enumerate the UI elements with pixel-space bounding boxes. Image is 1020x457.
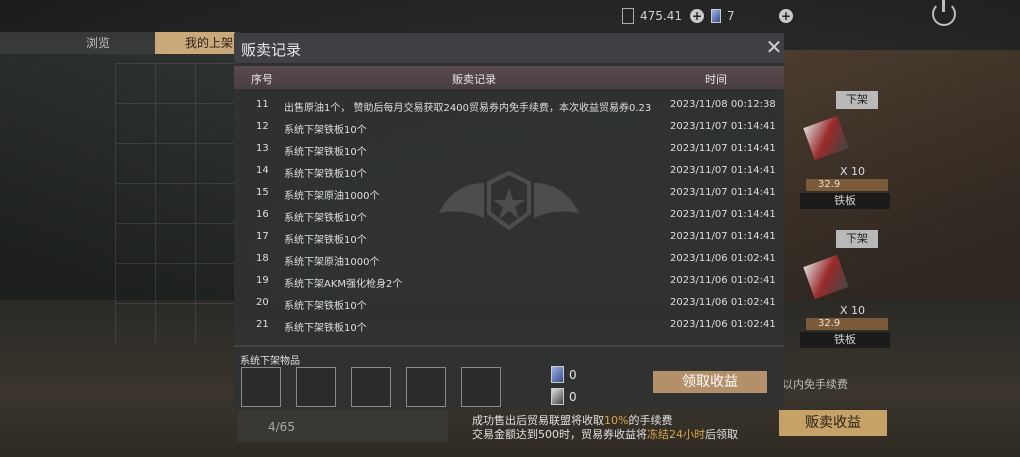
- row-no: 13: [256, 143, 269, 154]
- row-no: 20: [256, 297, 269, 308]
- power-icon[interactable]: [932, 0, 956, 26]
- resource-display: 475.41: [622, 6, 682, 26]
- close-icon[interactable]: ✕: [764, 37, 784, 57]
- record-list[interactable]: 11 出售原油1个， 赞助后每月交易获取2400贸易券内免手续费，本次收益贸易券…: [234, 95, 784, 347]
- listing-counter: 4/65: [238, 412, 448, 442]
- row-time: 2023/11/07 01:14:41: [670, 143, 776, 154]
- sales-record-modal: 贩卖记录 ✕ 序号 贩卖记录 时间 11 出售原油1个， 赞助后每月交易获取24…: [234, 33, 784, 409]
- row-record: 系统下架铁板10个: [284, 235, 367, 246]
- delist-button[interactable]: 下架: [836, 230, 878, 248]
- voucher-icon: [711, 9, 721, 23]
- row-no: 15: [256, 187, 269, 198]
- row-no: 17: [256, 231, 269, 242]
- row-time: 2023/11/06 01:02:41: [670, 253, 776, 264]
- currency-1: 0: [551, 366, 577, 383]
- listing-card: 下架 X 10 32.9 铁板: [800, 230, 890, 348]
- row-time: 2023/11/07 01:14:41: [670, 121, 776, 132]
- currency-1-count: 0: [569, 367, 577, 382]
- fee-info-line-2: 交易金额达到500时，贸易券收益将冻结24小时后领取: [472, 426, 738, 442]
- item-slot[interactable]: [351, 367, 391, 407]
- table-row: 21 系统下架铁板10个 2023/11/06 01:02:41: [234, 315, 784, 337]
- row-time: 2023/11/07 01:14:41: [670, 187, 776, 198]
- table-row: 15 系统下架原油1000个 2023/11/07 01:14:41: [234, 183, 784, 205]
- modal-header: [234, 33, 784, 63]
- table-row: 13 系统下架铁板10个 2023/11/07 01:14:41: [234, 139, 784, 161]
- table-row: 14 系统下架铁板10个 2023/11/07 01:14:41: [234, 161, 784, 183]
- add-resource-button[interactable]: +: [690, 9, 704, 23]
- add-voucher-button[interactable]: +: [779, 9, 793, 23]
- delist-button[interactable]: 下架: [836, 91, 878, 109]
- listing-price: 32.9: [806, 318, 888, 330]
- row-time: 2023/11/06 01:02:41: [670, 297, 776, 308]
- divider: [234, 345, 784, 347]
- item-slot[interactable]: [296, 367, 336, 407]
- row-record: 系统下架铁板10个: [284, 323, 367, 334]
- row-record: 出售原油1个， 赞助后每月交易获取2400贸易券内免手续费，本次收益贸易券0.2…: [284, 103, 652, 114]
- row-record: 系统下架铁板10个: [284, 147, 367, 158]
- row-no: 11: [256, 99, 269, 110]
- row-record: 系统下架铁板10个: [284, 213, 367, 224]
- free-fee-text: 以内免手续费: [782, 378, 848, 391]
- row-no: 12: [256, 121, 269, 132]
- resource-icon: [622, 8, 634, 24]
- listing-qty: X 10: [840, 304, 866, 317]
- tab-browse[interactable]: 浏览: [86, 32, 110, 54]
- row-time: 2023/11/07 01:14:41: [670, 209, 776, 220]
- row-no: 14: [256, 165, 269, 176]
- listing-name: 铁板: [800, 193, 890, 209]
- row-record: 系统下架AKM强化枪身2个: [284, 279, 403, 290]
- row-time: 2023/11/08 00:12:38: [670, 99, 776, 110]
- listing-qty: X 10: [840, 165, 866, 178]
- currency-2: 0: [551, 388, 577, 405]
- row-no: 21: [256, 319, 269, 330]
- system-delisted-label: 系统下架物品: [240, 356, 300, 367]
- fee-info-text: 后领取: [705, 428, 738, 441]
- row-time: 2023/11/07 01:14:41: [670, 231, 776, 242]
- row-record: 系统下架原油1000个: [284, 257, 380, 268]
- item-slot[interactable]: [461, 367, 501, 407]
- table-row: 19 系统下架AKM强化枪身2个 2023/11/06 01:02:41: [234, 271, 784, 293]
- modal-title: 贩卖记录: [241, 41, 302, 59]
- table-header: 序号 贩卖记录 时间: [234, 66, 784, 89]
- fee-info-highlight: 冻结24小时: [647, 428, 705, 441]
- inventory-grid: [115, 63, 235, 343]
- currency-2-count: 0: [569, 389, 577, 404]
- row-no: 18: [256, 253, 269, 264]
- trade-voucher-icon: [551, 366, 564, 383]
- listing-card: 下架 X 10 32.9 铁板: [800, 91, 890, 209]
- row-record: 系统下架铁板10个: [284, 169, 367, 180]
- row-record: 系统下架铁板10个: [284, 125, 367, 136]
- row-time: 2023/11/06 01:02:41: [670, 275, 776, 286]
- claim-income-button[interactable]: 领取收益: [653, 371, 767, 393]
- resource-value: 475.41: [640, 9, 682, 23]
- row-no: 16: [256, 209, 269, 220]
- table-row: 16 系统下架铁板10个 2023/11/07 01:14:41: [234, 205, 784, 227]
- item-slot[interactable]: [241, 367, 281, 407]
- item-slot[interactable]: [406, 367, 446, 407]
- voucher-display: 7: [711, 6, 735, 26]
- table-row: 18 系统下架原油1000个 2023/11/06 01:02:41: [234, 249, 784, 271]
- sell-income-button[interactable]: 贩卖收益: [779, 410, 887, 436]
- iron-plate-icon: [803, 115, 849, 161]
- row-time: 2023/11/06 01:02:41: [670, 319, 776, 330]
- ticket-icon: [551, 388, 564, 405]
- column-header-time: 时间: [705, 73, 727, 86]
- table-row: 17 系统下架铁板10个 2023/11/07 01:14:41: [234, 227, 784, 249]
- table-row: 11 出售原油1个， 赞助后每月交易获取2400贸易券内免手续费，本次收益贸易券…: [234, 95, 784, 117]
- tab-my-listings[interactable]: 我的上架: [155, 32, 235, 54]
- column-header-no: 序号: [251, 73, 273, 86]
- iron-plate-icon: [803, 254, 849, 300]
- listing-name: 铁板: [800, 332, 890, 348]
- row-time: 2023/11/07 01:14:41: [670, 165, 776, 176]
- row-record: 系统下架铁板10个: [284, 301, 367, 312]
- table-row: 12 系统下架铁板10个 2023/11/07 01:14:41: [234, 117, 784, 139]
- row-no: 19: [256, 275, 269, 286]
- listing-price: 32.9: [806, 179, 888, 191]
- column-header-record: 贩卖记录: [452, 73, 496, 86]
- voucher-count: 7: [727, 9, 735, 23]
- table-row: 20 系统下架铁板10个 2023/11/06 01:02:41: [234, 293, 784, 315]
- row-record: 系统下架原油1000个: [284, 191, 380, 202]
- fee-info-text: 交易金额达到500时，贸易券收益将: [472, 428, 647, 441]
